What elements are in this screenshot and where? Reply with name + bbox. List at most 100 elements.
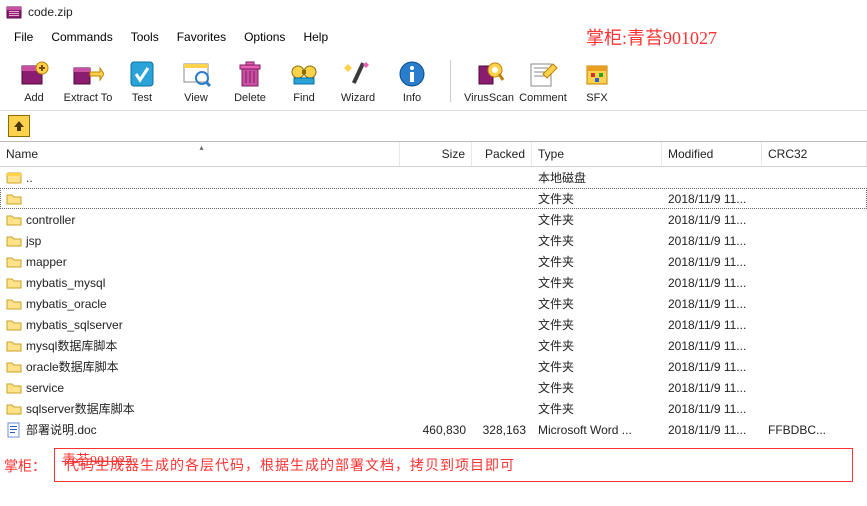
file-name: controller — [26, 213, 75, 227]
comment-label: Comment — [519, 92, 567, 104]
file-type: 文件夹 — [532, 190, 662, 207]
file-type: 文件夹 — [532, 295, 662, 312]
up-button[interactable] — [8, 115, 30, 137]
find-label: Find — [293, 92, 314, 104]
find-button[interactable]: Find — [278, 56, 330, 106]
menu-help[interactable]: Help — [295, 27, 336, 47]
menu-favorites[interactable]: Favorites — [169, 27, 234, 47]
sfx-button[interactable]: SFX — [571, 56, 623, 106]
up-row — [0, 111, 867, 141]
toolbar-separator — [450, 60, 451, 102]
file-type: 文件夹 — [532, 316, 662, 333]
file-grid: Name ▴ Size Packed Type Modified CRC32 ..… — [0, 141, 867, 440]
watermark-bottom-left: 掌柜： — [4, 456, 46, 476]
info-icon — [396, 58, 428, 90]
table-row[interactable]: 部署说明.doc460,830328,163Microsoft Word ...… — [0, 419, 867, 440]
menu-tools[interactable]: Tools — [123, 27, 167, 47]
folder-icon — [6, 212, 22, 228]
extract-button[interactable]: Extract To — [62, 56, 114, 106]
folder-icon — [6, 191, 22, 207]
find-icon — [288, 58, 320, 90]
file-name: service — [26, 381, 64, 395]
col-size[interactable]: Size — [400, 142, 472, 166]
view-button[interactable]: View — [170, 56, 222, 106]
file-type: 本地磁盘 — [532, 169, 662, 186]
delete-button[interactable]: Delete — [224, 56, 276, 106]
file-name: mysql数据库脚本 — [26, 337, 117, 354]
file-type: 文件夹 — [532, 274, 662, 291]
table-row[interactable]: mybatis_oracle 文件夹2018/11/9 11... — [0, 293, 867, 314]
info-button[interactable]: Info — [386, 56, 438, 106]
add-button[interactable]: Add — [8, 56, 60, 106]
table-row[interactable]: ..本地磁盘 — [0, 167, 867, 188]
col-crc[interactable]: CRC32 — [762, 142, 867, 166]
file-modified: 2018/11/9 11... — [662, 234, 762, 248]
file-modified: 2018/11/9 11... — [662, 423, 762, 437]
table-row[interactable]: sqlserver数据库脚本文件夹2018/11/9 11... — [0, 398, 867, 419]
folder-icon — [6, 401, 22, 417]
up-arrow-icon — [12, 119, 26, 133]
folder-icon — [6, 233, 22, 249]
delete-label: Delete — [234, 92, 266, 104]
grid-header: Name ▴ Size Packed Type Modified CRC32 — [0, 142, 867, 167]
menu-file[interactable]: File — [6, 27, 41, 47]
file-modified: 2018/11/9 11... — [662, 255, 762, 269]
extract-icon — [72, 58, 104, 90]
folder-icon — [6, 338, 22, 354]
folder-icon — [6, 317, 22, 333]
table-row[interactable]: controller文件夹2018/11/9 11... — [0, 209, 867, 230]
test-button[interactable]: Test — [116, 56, 168, 106]
file-name: jsp — [26, 234, 41, 248]
file-name: mybatis_sqlserver — [26, 318, 123, 332]
watermark-top: 掌柜:青苔901027 — [586, 24, 717, 50]
file-modified: 2018/11/9 11... — [662, 297, 762, 311]
file-name: mybatis_oracle — [26, 297, 107, 311]
folder-icon — [6, 275, 22, 291]
comment-button[interactable]: Comment — [517, 56, 569, 106]
extract-label: Extract To — [64, 92, 113, 104]
window-title: code.zip — [28, 5, 73, 19]
virusscan-icon — [473, 58, 505, 90]
doc-icon — [6, 422, 22, 438]
file-type: 文件夹 — [532, 337, 662, 354]
menu-commands[interactable]: Commands — [43, 27, 120, 47]
table-row[interactable]: 文件夹2018/11/9 11... — [0, 188, 867, 209]
file-name: sqlserver数据库脚本 — [26, 400, 135, 417]
menu-options[interactable]: Options — [236, 27, 293, 47]
add-label: Add — [24, 92, 44, 104]
view-label: View — [184, 92, 208, 104]
winrar-icon — [6, 4, 22, 20]
test-label: Test — [132, 92, 152, 104]
folder-icon — [6, 296, 22, 312]
col-modified[interactable]: Modified — [662, 142, 762, 166]
disk-icon — [6, 170, 22, 186]
table-row[interactable]: mybatis_mysql文件夹2018/11/9 11... — [0, 272, 867, 293]
file-modified: 2018/11/9 11... — [662, 318, 762, 332]
table-row[interactable]: oracle数据库脚本文件夹2018/11/9 11... — [0, 356, 867, 377]
col-name[interactable]: Name ▴ — [0, 142, 400, 166]
toolbar: Add Extract To Test View Delete Find Wiz… — [0, 50, 867, 111]
file-type: 文件夹 — [532, 358, 662, 375]
file-modified: 2018/11/9 11... — [662, 276, 762, 290]
file-modified: 2018/11/9 11... — [662, 339, 762, 353]
file-size: 460,830 — [400, 423, 472, 437]
wizard-button[interactable]: Wizard — [332, 56, 384, 106]
folder-icon — [6, 359, 22, 375]
file-modified: 2018/11/9 11... — [662, 213, 762, 227]
file-name: oracle数据库脚本 — [26, 358, 119, 375]
file-type: 文件夹 — [532, 400, 662, 417]
sort-asc-icon: ▴ — [200, 143, 204, 152]
col-type[interactable]: Type — [532, 142, 662, 166]
virusscan-button[interactable]: VirusScan — [463, 56, 515, 106]
menubar: File Commands Tools Favorites Options He… — [0, 24, 867, 50]
table-row[interactable]: mysql数据库脚本 文件夹2018/11/9 11... — [0, 335, 867, 356]
col-packed[interactable]: Packed — [472, 142, 532, 166]
table-row[interactable]: mybatis_sqlserver 文件夹2018/11/9 11... — [0, 314, 867, 335]
table-row[interactable]: mapper文件夹2018/11/9 11... — [0, 251, 867, 272]
table-row[interactable]: jsp文件夹2018/11/9 11... — [0, 230, 867, 251]
file-type: Microsoft Word ... — [532, 423, 662, 437]
grid-rows: ..本地磁盘文件夹2018/11/9 11...controller文件夹201… — [0, 167, 867, 440]
col-name-label: Name — [6, 147, 38, 161]
file-packed: 328,163 — [472, 423, 532, 437]
table-row[interactable]: service文件夹2018/11/9 11... — [0, 377, 867, 398]
